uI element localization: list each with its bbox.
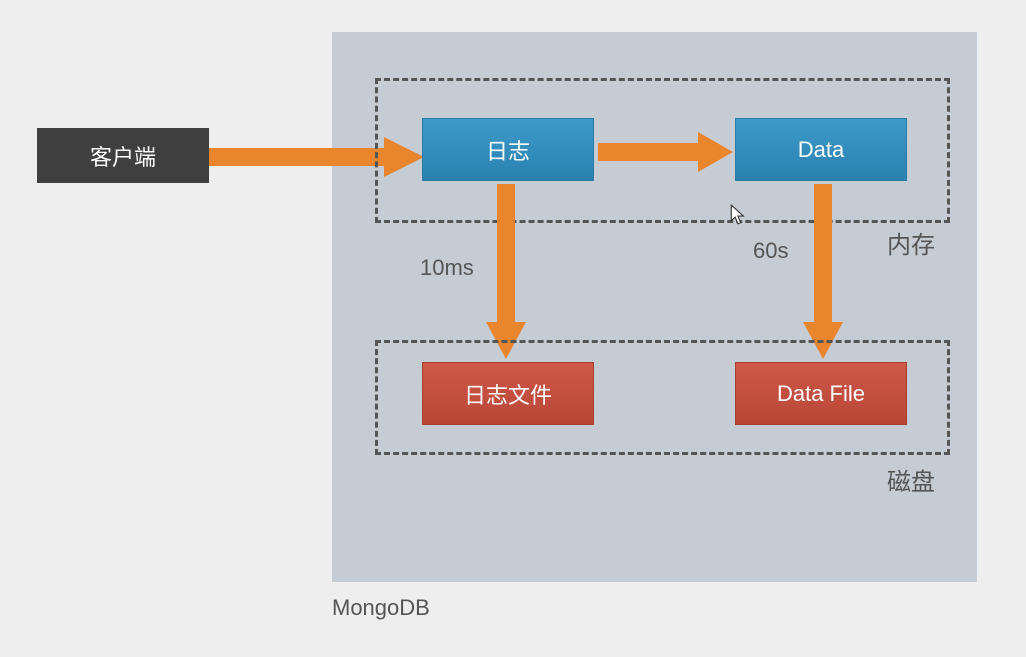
- diagram-canvas: 客户端 内存 日志 Data 10ms 60s 磁盘 日志文件 Data Fil…: [0, 0, 1026, 657]
- arrow-log-to-data: [598, 132, 733, 172]
- datafile-node: Data File: [735, 362, 907, 425]
- arrow-log-to-logfile: [486, 184, 526, 359]
- log-label: 日志: [486, 134, 530, 166]
- arrow-data-to-datafile: [803, 184, 843, 359]
- data-label: Data: [798, 137, 844, 163]
- memory-group-label: 内存: [887, 225, 935, 260]
- cursor-icon: [730, 204, 748, 226]
- logfile-label: 日志文件: [464, 378, 552, 410]
- mongodb-label: MongoDB: [332, 595, 430, 621]
- client-label: 客户端: [90, 140, 156, 172]
- data-node: Data: [735, 118, 907, 181]
- log-node: 日志: [422, 118, 594, 181]
- edge-label-10ms: 10ms: [420, 255, 474, 281]
- datafile-label: Data File: [777, 381, 865, 407]
- logfile-node: 日志文件: [422, 362, 594, 425]
- edge-label-60s: 60s: [753, 238, 788, 264]
- disk-group-label: 磁盘: [887, 462, 935, 497]
- client-node: 客户端: [37, 128, 209, 183]
